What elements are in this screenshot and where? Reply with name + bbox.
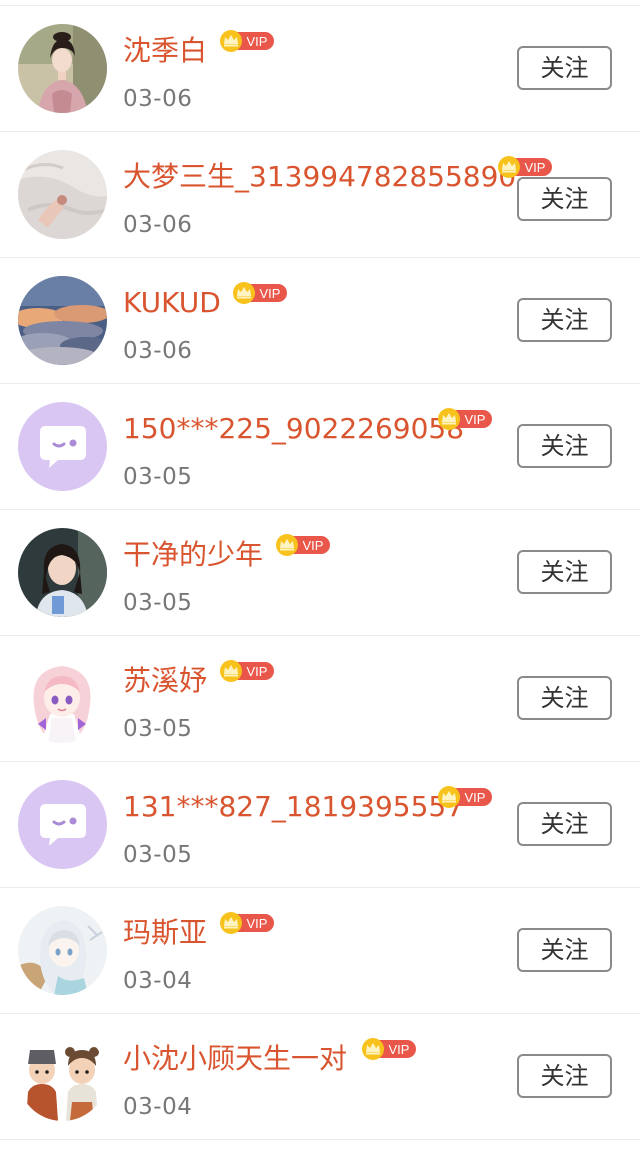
avatar[interactable] — [18, 528, 107, 617]
list-item[interactable]: 沈季白 VIP 03-06 关注 — [0, 6, 640, 132]
vip-badge: VIP — [219, 29, 275, 53]
name-line: 干净的少年 VIP — [123, 534, 330, 575]
name-line: 150***225_9022269058 VIP — [123, 408, 492, 449]
avatar[interactable] — [18, 24, 107, 113]
follow-date: 03-06 — [123, 86, 193, 112]
vip-label: VIP — [525, 160, 546, 175]
follow-date: 03-04 — [123, 968, 193, 994]
name-line: 小沈小顾天生一对 VIP — [123, 1038, 416, 1079]
vip-badge: VIP — [437, 785, 493, 809]
vip-label: VIP — [260, 286, 281, 301]
vip-badge: VIP — [275, 533, 331, 557]
chat-bubble-icon — [18, 780, 107, 869]
follow-button[interactable]: 关注 — [517, 46, 612, 90]
list-item[interactable]: 131***827_1819395557 VIP 03-05 关注 — [0, 762, 640, 888]
list-item[interactable]: KUKUD VIP 03-06 关注 — [0, 258, 640, 384]
vip-label: VIP — [389, 1042, 410, 1057]
avatar[interactable] — [18, 780, 107, 869]
avatar[interactable] — [18, 654, 107, 743]
user-name[interactable]: 干净的少年 — [123, 535, 263, 575]
vip-label: VIP — [465, 790, 486, 805]
avatar[interactable] — [18, 150, 107, 239]
follow-button[interactable]: 关注 — [517, 550, 612, 594]
avatar[interactable] — [18, 402, 107, 491]
name-line: KUKUD VIP — [123, 282, 287, 323]
avatar[interactable] — [18, 276, 107, 365]
vip-badge: VIP — [497, 155, 553, 179]
user-name[interactable]: 131***827_1819395557 — [123, 787, 464, 827]
vip-badge: VIP — [437, 407, 493, 431]
follow-date: 03-05 — [123, 716, 193, 742]
name-line: 苏溪妤 VIP — [123, 660, 274, 701]
user-name[interactable]: 大梦三生_313994782855890 — [123, 157, 516, 197]
name-line: 沈季白 VIP — [123, 30, 274, 71]
follow-date: 03-05 — [123, 464, 193, 490]
user-name[interactable]: 苏溪妤 — [123, 661, 207, 701]
list-item[interactable]: 大梦三生_313994782855890 VIP 03-06 关注 — [0, 132, 640, 258]
user-name[interactable]: 沈季白 — [123, 31, 207, 71]
list-item[interactable]: 玛斯亚 VIP 03-04 关注 — [0, 888, 640, 1014]
chat-bubble-icon — [18, 402, 107, 491]
user-name[interactable]: KUKUD — [123, 283, 221, 323]
list-item[interactable]: 小沈小顾天生一对 VIP 03-04 关注 — [0, 1014, 640, 1140]
avatar[interactable] — [18, 1032, 107, 1121]
user-name[interactable]: 150***225_9022269058 — [123, 409, 464, 449]
avatar[interactable] — [18, 906, 107, 995]
vip-badge: VIP — [219, 659, 275, 683]
follow-button[interactable]: 关注 — [517, 1054, 612, 1098]
name-line: 大梦三生_313994782855890 VIP — [123, 156, 552, 197]
vip-badge: VIP — [232, 281, 288, 305]
user-name[interactable]: 小沈小顾天生一对 — [123, 1039, 347, 1079]
vip-label: VIP — [303, 538, 324, 553]
follow-button[interactable]: 关注 — [517, 424, 612, 468]
follow-date: 03-06 — [123, 338, 193, 364]
vip-label: VIP — [247, 916, 268, 931]
vip-label: VIP — [465, 412, 486, 427]
follow-date: 03-04 — [123, 1094, 193, 1120]
user-name[interactable]: 玛斯亚 — [123, 913, 207, 953]
vip-label: VIP — [247, 34, 268, 49]
list-item[interactable]: 150***225_9022269058 VIP 03-05 关注 — [0, 384, 640, 510]
follow-list: 沈季白 VIP 03-06 关注 大梦三生_313994782855890 VI… — [0, 0, 640, 1150]
follow-button[interactable]: 关注 — [517, 177, 612, 221]
name-line: 玛斯亚 VIP — [123, 912, 274, 953]
follow-button[interactable]: 关注 — [517, 298, 612, 342]
list-item[interactable]: 苏溪妤 VIP 03-05 关注 — [0, 636, 640, 762]
follow-date: 03-05 — [123, 590, 193, 616]
vip-label: VIP — [247, 664, 268, 679]
vip-badge: VIP — [219, 911, 275, 935]
vip-badge: VIP — [361, 1037, 417, 1061]
follow-button[interactable]: 关注 — [517, 676, 612, 720]
follow-date: 03-05 — [123, 842, 193, 868]
list-item[interactable]: 干净的少年 VIP 03-05 关注 — [0, 510, 640, 636]
follow-button[interactable]: 关注 — [517, 802, 612, 846]
follow-date: 03-06 — [123, 212, 193, 238]
name-line: 131***827_1819395557 VIP — [123, 786, 492, 827]
follow-button[interactable]: 关注 — [517, 928, 612, 972]
